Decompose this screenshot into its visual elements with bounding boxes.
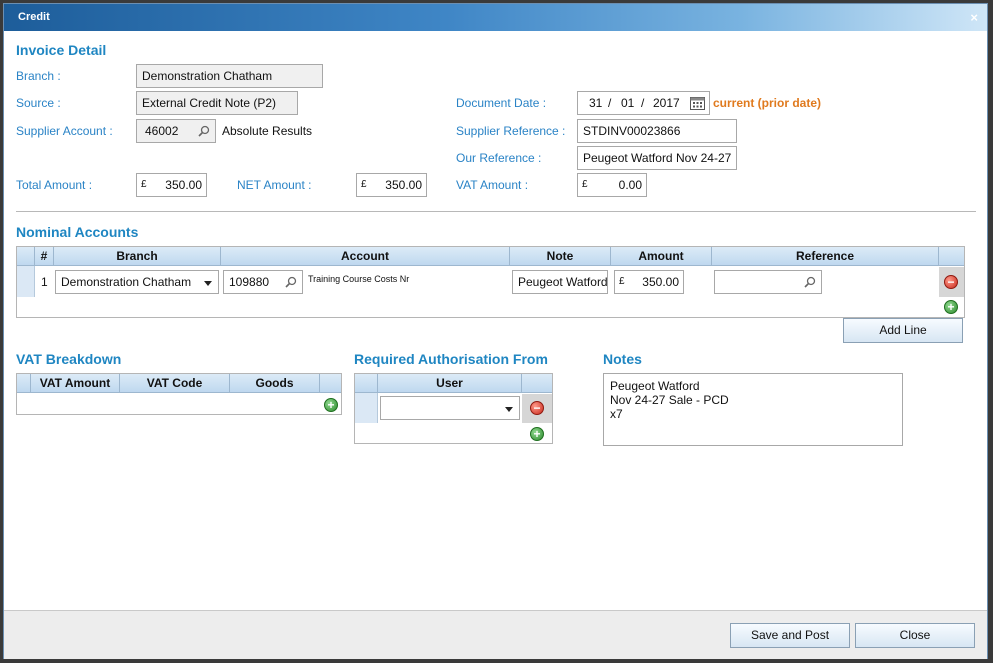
notes-heading: Notes <box>603 351 642 367</box>
currency-symbol: £ <box>619 276 625 287</box>
supplier-account-label: Supplier Account : <box>16 124 113 138</box>
notes-line: Nov 24-27 Sale - PCD <box>610 393 729 407</box>
row-number: 1 <box>41 275 48 289</box>
date-separator: / <box>608 96 612 110</box>
row-selector[interactable] <box>355 393 378 423</box>
vat-amount-label: VAT Amount : <box>456 178 529 192</box>
column-header-goods[interactable]: Goods <box>230 374 320 393</box>
vat-breakdown-grid: VAT Amount VAT Code Goods + <box>16 373 342 415</box>
vat-amount-value: 0.00 <box>618 178 642 192</box>
supplier-name: Absolute Results <box>222 124 313 138</box>
calendar-icon[interactable] <box>690 96 705 110</box>
vat-amount-field[interactable]: £ 0.00 <box>577 173 647 197</box>
add-row-icon[interactable]: + <box>944 300 958 314</box>
net-amount-value: 350.00 <box>385 178 422 192</box>
search-icon[interactable] <box>285 276 297 288</box>
chevron-down-icon[interactable] <box>505 407 513 412</box>
remove-row-icon[interactable]: − <box>944 275 958 289</box>
dialog-footer: Save and Post Close <box>4 610 987 659</box>
total-amount-value: 350.00 <box>165 178 202 192</box>
total-amount-field[interactable]: £ 350.00 <box>136 173 207 197</box>
source-label: Source : <box>16 96 61 110</box>
title-bar: Credit × <box>4 4 987 31</box>
row-note-field[interactable]: Peugeot Watford <box>512 270 608 294</box>
grid-header-select <box>17 247 35 266</box>
row-selector[interactable] <box>17 266 35 297</box>
source-field: External Credit Note (P2) <box>136 91 298 115</box>
supplier-reference-field[interactable]: STDINV00023866 <box>577 119 737 143</box>
search-icon[interactable] <box>198 125 210 137</box>
date-status: current (prior date) <box>713 96 822 110</box>
grid-header-actions <box>939 247 964 266</box>
search-icon[interactable] <box>804 276 816 288</box>
notes-line: Peugeot Watford <box>610 379 700 393</box>
window-title: Credit <box>18 11 50 23</box>
column-header-note[interactable]: Note <box>510 247 611 266</box>
add-line-button[interactable]: Add Line <box>843 318 963 343</box>
close-icon[interactable]: × <box>970 10 978 25</box>
document-date-field[interactable]: 31 / 01 / 2017 <box>577 91 710 115</box>
nominal-accounts-grid: # Branch Account Note Amount Reference 1… <box>16 246 965 318</box>
add-user-icon[interactable]: + <box>530 427 544 441</box>
row-amount-value: 350.00 <box>642 275 679 289</box>
notes-textarea[interactable]: Peugeot Watford Nov 24-27 Sale - PCD x7 <box>603 373 903 446</box>
column-header-branch[interactable]: Branch <box>54 247 221 266</box>
user-select[interactable] <box>380 396 520 420</box>
notes-line: x7 <box>610 407 623 421</box>
remove-user-icon[interactable]: − <box>530 401 544 415</box>
column-header-vat-amount[interactable]: VAT Amount <box>31 374 120 393</box>
row-amount-field[interactable]: £ 350.00 <box>614 270 684 294</box>
row-account-description: Training Course Costs Nr <box>308 274 410 284</box>
row-account-value: 109880 <box>229 275 270 289</box>
column-header-reference[interactable]: Reference <box>712 247 939 266</box>
currency-symbol: £ <box>582 179 588 190</box>
date-day[interactable]: 31 <box>589 92 602 114</box>
row-reference-field[interactable] <box>714 270 822 294</box>
nominal-accounts-heading: Nominal Accounts <box>16 224 139 240</box>
branch-field: Demonstration Chatham <box>136 64 323 88</box>
grid-header-actions <box>320 374 341 393</box>
currency-symbol: £ <box>141 179 147 190</box>
our-reference-label: Our Reference : <box>456 151 542 165</box>
credit-dialog: Credit × Invoice Detail Branch : Demonst… <box>3 3 988 659</box>
supplier-reference-label: Supplier Reference : <box>456 124 566 138</box>
document-date-label: Document Date : <box>456 96 547 110</box>
supplier-account-value: 46002 <box>145 124 179 138</box>
authorisation-heading: Required Authorisation From <box>354 351 548 367</box>
net-amount-label: NET Amount : <box>237 178 312 192</box>
row-branch-value: Demonstration Chatham <box>61 275 192 289</box>
column-header-account[interactable]: Account <box>221 247 510 266</box>
date-year[interactable]: 2017 <box>653 92 680 114</box>
column-header-user[interactable]: User <box>378 374 522 393</box>
column-header-vat-code[interactable]: VAT Code <box>120 374 230 393</box>
branch-label: Branch : <box>16 69 61 83</box>
grid-header-select <box>355 374 378 393</box>
row-branch-select[interactable]: Demonstration Chatham <box>55 270 219 294</box>
save-and-post-button[interactable]: Save and Post <box>730 623 850 648</box>
currency-symbol: £ <box>361 179 367 190</box>
close-button[interactable]: Close <box>855 623 975 648</box>
column-header-num[interactable]: # <box>35 247 54 266</box>
add-vat-row-icon[interactable]: + <box>324 398 338 412</box>
net-amount-field[interactable]: £ 350.00 <box>356 173 427 197</box>
supplier-account-field[interactable]: 46002 <box>136 119 216 143</box>
date-month[interactable]: 01 <box>621 92 634 114</box>
column-header-amount[interactable]: Amount <box>611 247 712 266</box>
grid-header-actions <box>522 374 552 393</box>
chevron-down-icon[interactable] <box>204 281 212 286</box>
vat-breakdown-heading: VAT Breakdown <box>16 351 122 367</box>
our-reference-field[interactable]: Peugeot Watford Nov 24-27 <box>577 146 737 170</box>
section-divider <box>16 211 976 212</box>
date-separator: / <box>641 96 645 110</box>
total-amount-label: Total Amount : <box>16 178 93 192</box>
authorisation-grid: User − + <box>354 373 553 444</box>
invoice-detail-heading: Invoice Detail <box>16 42 107 58</box>
grid-header-select <box>17 374 31 393</box>
row-account-field[interactable]: 109880 <box>223 270 303 294</box>
